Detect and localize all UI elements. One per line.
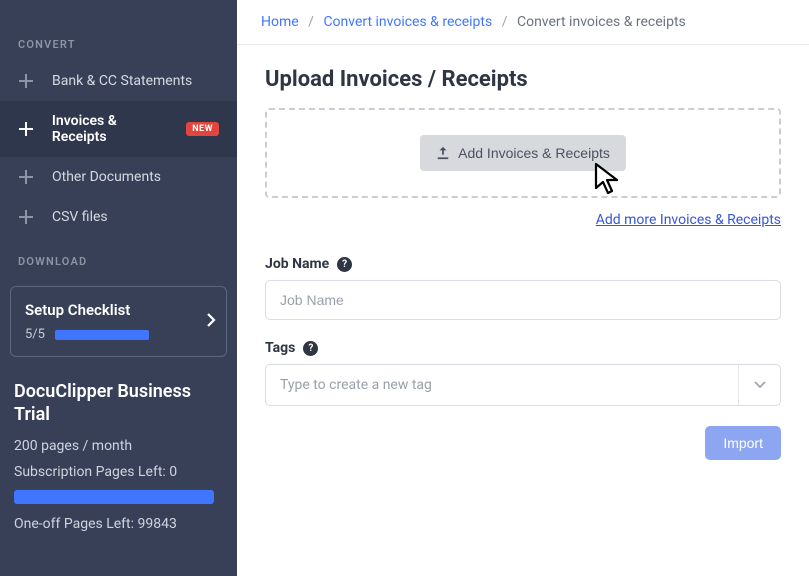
add-invoices-button[interactable]: Add Invoices & Receipts [420,135,626,171]
main: Home / Convert invoices & receipts / Con… [237,0,809,576]
sidebar-item-other-documents[interactable]: Other Documents [0,157,237,197]
tags-label: Tags ? [265,340,781,356]
plan-progress-bar [14,490,214,504]
add-more-link[interactable]: Add more Invoices & Receipts [596,212,781,228]
sidebar-item-bank-statements[interactable]: Bank & CC Statements [0,61,237,101]
add-more-row: Add more Invoices & Receipts [265,212,781,228]
plus-icon [18,121,34,137]
checklist-title: Setup Checklist [25,301,212,319]
sidebar-section-convert: CONVERT [0,20,237,61]
sidebar-item-invoices-receipts[interactable]: Invoices & Receipts NEW [0,101,237,157]
sidebar-item-label: Bank & CC Statements [52,73,192,89]
setup-checklist-card[interactable]: Setup Checklist 5/5 [10,286,227,357]
plan-oneoff-pages: One-off Pages Left: 99843 [14,516,223,532]
content: Upload Invoices / Receipts Add Invoices … [237,45,809,482]
plan-title: DocuClipper Business Trial [14,381,223,426]
plus-icon [18,73,34,89]
chevron-down-icon[interactable] [738,365,780,405]
sidebar-item-label: Invoices & Receipts [52,113,174,145]
import-button[interactable]: Import [705,426,781,460]
plan-subscription-pages: Subscription Pages Left: 0 [14,464,223,480]
add-invoices-button-label: Add Invoices & Receipts [458,145,610,161]
breadcrumb-home[interactable]: Home [261,14,299,30]
plus-icon [18,209,34,225]
help-icon[interactable]: ? [303,341,318,356]
sidebar: CONVERT Bank & CC Statements Invoices & … [0,0,237,576]
new-badge: NEW [186,122,219,136]
checklist-progress-bar [55,330,149,340]
sidebar-section-download: DOWNLOAD [0,237,237,278]
chevron-right-icon [207,313,216,331]
checklist-count: 5/5 [25,327,45,342]
page-title: Upload Invoices / Receipts [265,67,781,92]
sidebar-item-label: CSV files [52,209,108,225]
plus-icon [18,169,34,185]
help-icon[interactable]: ? [337,257,352,272]
tags-select[interactable]: Type to create a new tag [265,364,781,406]
plan-info: DocuClipper Business Trial 200 pages / m… [0,365,237,542]
upload-dropzone[interactable]: Add Invoices & Receipts [265,108,781,198]
job-name-input[interactable] [265,280,781,320]
breadcrumb-separator: / [502,14,508,30]
sidebar-item-csv-files[interactable]: CSV files [0,197,237,237]
breadcrumb: Home / Convert invoices & receipts / Con… [237,0,809,45]
sidebar-item-label: Other Documents [52,169,161,185]
breadcrumb-current: Convert invoices & receipts [517,14,686,30]
breadcrumb-convert[interactable]: Convert invoices & receipts [323,14,492,30]
upload-icon [436,146,450,160]
tags-placeholder: Type to create a new tag [280,377,432,393]
plan-pages-per-month: 200 pages / month [14,438,223,454]
breadcrumb-separator: / [308,14,314,30]
job-name-label: Job Name ? [265,256,781,272]
